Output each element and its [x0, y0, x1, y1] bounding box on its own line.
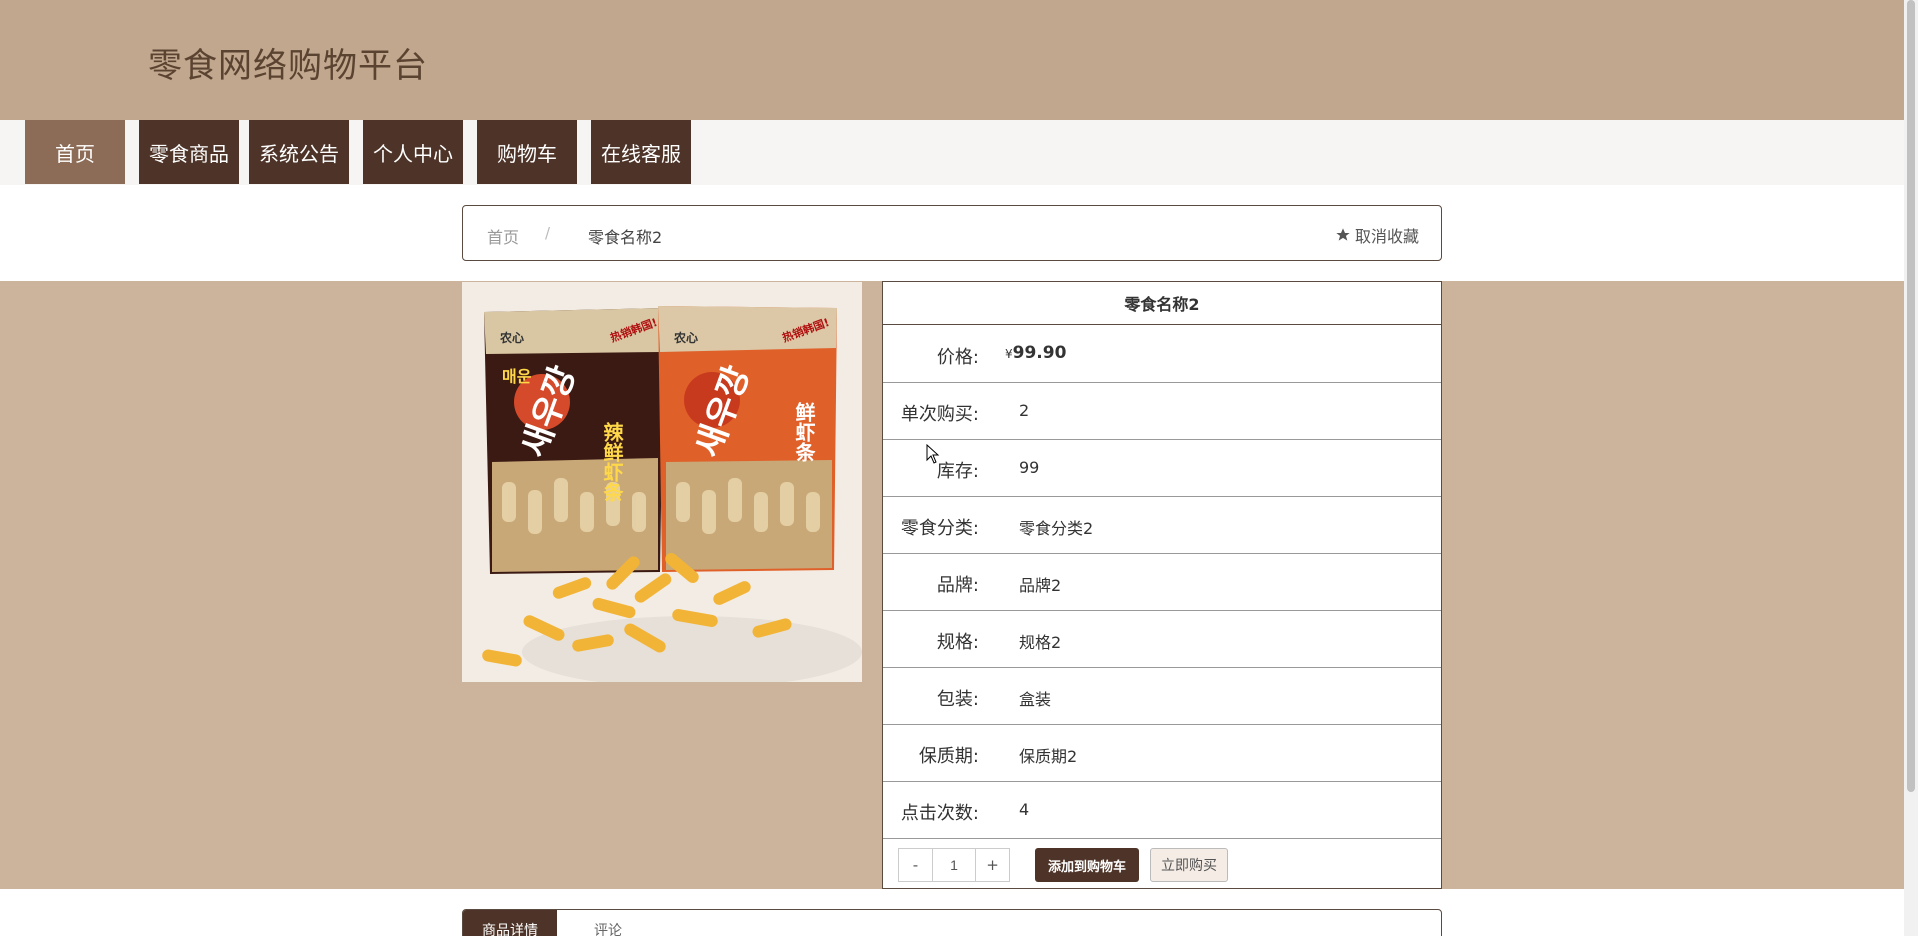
spec-row: 规格: 规格2	[883, 611, 1441, 668]
svg-text:农心: 农心	[673, 330, 698, 345]
currency-symbol: ¥	[1005, 347, 1013, 361]
tab-product-details[interactable]: 商品详情	[463, 910, 557, 936]
info-label: 单次购买:	[900, 404, 979, 425]
scrollbar-thumb[interactable]	[1907, 0, 1915, 792]
add-to-cart-button[interactable]: 添加到购物车	[1035, 848, 1139, 882]
info-value: 2	[1019, 401, 1030, 420]
shelf-life-row: 保质期: 保质期2	[883, 725, 1441, 782]
info-value: 保质期2	[1019, 747, 1078, 766]
info-label: 保质期:	[918, 746, 979, 767]
stock-row: 库存: 99	[883, 440, 1441, 497]
info-value: 规格2	[1019, 633, 1062, 652]
info-value: 4	[1019, 800, 1030, 819]
unfavorite-label: 取消收藏	[1354, 227, 1419, 246]
info-label: 规格:	[936, 632, 979, 653]
page-scrollbar[interactable]	[1904, 0, 1918, 936]
breadcrumb: 首页 / 零食名称2 取消收藏	[462, 205, 1442, 261]
info-label: 品牌:	[936, 575, 979, 596]
product-name: 零食名称2	[883, 282, 1441, 325]
info-label: 包装:	[936, 689, 979, 710]
product-info-table: 零食名称2 价格: ¥99.90 单次购买: 2 库存: 99 零食分类: 零食…	[882, 281, 1442, 889]
price-value: ¥99.90	[1005, 343, 1066, 363]
info-value: 盒装	[1019, 690, 1052, 709]
main-nav: 首页 零食商品 系统公告 个人中心 购物车 在线客服	[0, 120, 1904, 185]
nav-item-announcements[interactable]: 系统公告	[249, 120, 349, 184]
price-label: 价格:	[936, 347, 979, 368]
info-label: 点击次数:	[900, 803, 979, 824]
tab-comments[interactable]: 评论	[573, 910, 643, 936]
click-count-row: 点击次数: 4	[883, 782, 1441, 839]
info-value: 品牌2	[1019, 576, 1062, 595]
svg-text:农心: 农心	[499, 330, 524, 345]
svg-text:매운: 매운	[502, 367, 532, 386]
site-title: 零食网络购物平台	[148, 46, 428, 86]
nav-item-snacks[interactable]: 零食商品	[139, 120, 239, 184]
decrease-quantity-button[interactable]: -	[899, 849, 932, 881]
packaging-row: 包装: 盒装	[883, 668, 1441, 725]
product-photo-illustration: 农心 热销韩国! 매운 새우깡 辣鲜虾条 农心 热销韩国! 새우깡 鲜虾条	[462, 282, 862, 682]
increase-quantity-button[interactable]: +	[976, 849, 1009, 881]
info-value: 零食分类2	[1019, 519, 1094, 538]
category-row: 零食分类: 零食分类2	[883, 497, 1441, 554]
purchase-actions: - + 添加到购物车 立即购买	[883, 841, 1441, 889]
product-image: 农心 热销韩国! 매운 새우깡 辣鲜虾条 农心 热销韩国! 새우깡 鲜虾条	[462, 282, 862, 682]
mouse-cursor-icon	[926, 444, 940, 464]
nav-item-support[interactable]: 在线客服	[591, 120, 691, 184]
nav-item-home[interactable]: 首页	[25, 120, 125, 184]
product-tabs: 商品详情 评论	[462, 909, 1442, 936]
price-amount: 99.90	[1012, 343, 1067, 363]
svg-text:辣鲜虾条: 辣鲜虾条	[600, 421, 624, 502]
buy-now-button[interactable]: 立即购买	[1150, 848, 1228, 882]
site-header: 零食网络购物平台	[0, 0, 1904, 120]
info-label: 零食分类:	[900, 518, 979, 539]
breadcrumb-separator: /	[545, 224, 551, 242]
info-label: 库存:	[936, 461, 979, 482]
unfavorite-button[interactable]: 取消收藏	[1335, 223, 1419, 247]
brand-row: 品牌: 品牌2	[883, 554, 1441, 611]
quantity-input[interactable]	[932, 849, 976, 881]
breadcrumb-current: 零食名称2	[588, 228, 663, 247]
quantity-stepper: - +	[898, 848, 1010, 882]
star-icon	[1336, 228, 1350, 241]
nav-item-cart[interactable]: 购物车	[477, 120, 577, 184]
info-value: 99	[1019, 458, 1040, 477]
price-row: 价格: ¥99.90	[883, 326, 1441, 383]
svg-text:鲜虾条: 鲜虾条	[792, 401, 816, 462]
nav-item-profile[interactable]: 个人中心	[363, 120, 463, 184]
purchase-limit-row: 单次购买: 2	[883, 383, 1441, 440]
breadcrumb-home-link[interactable]: 首页	[487, 224, 519, 248]
